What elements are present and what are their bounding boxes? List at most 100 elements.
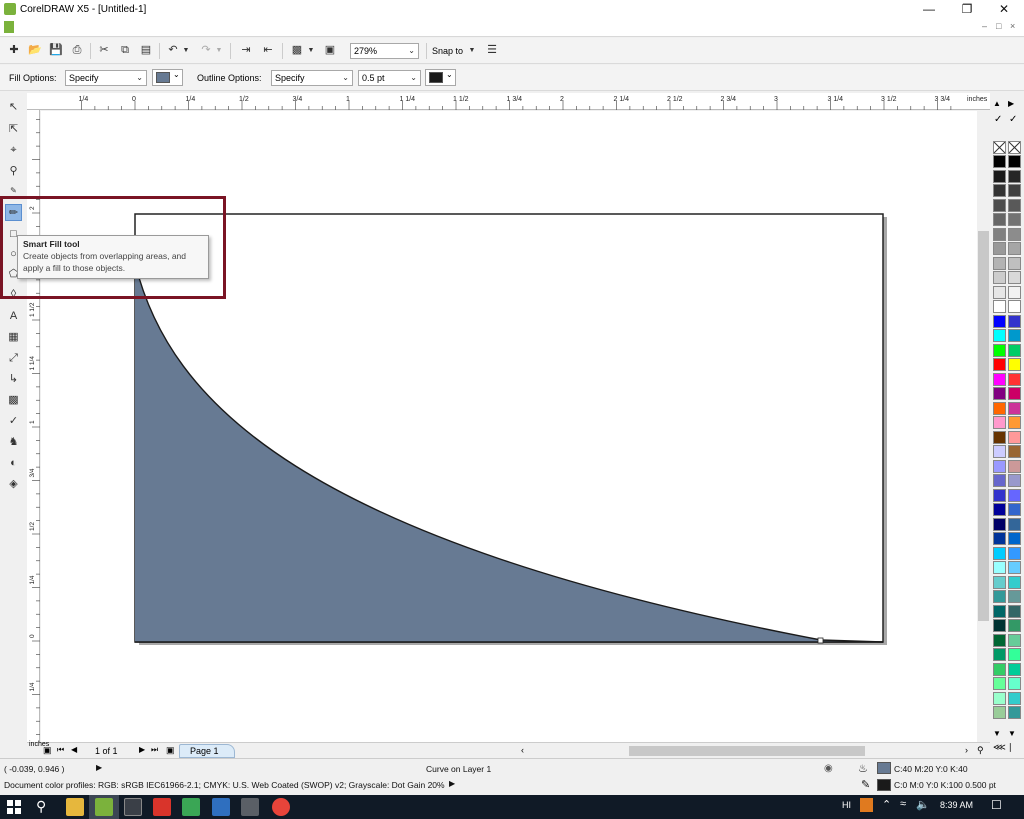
fill-options-combo[interactable]: Specify ⌄ <box>65 70 147 86</box>
palette-swatch[interactable] <box>1008 184 1021 197</box>
zoom-tool-icon[interactable]: ⚲ <box>5 163 22 180</box>
no-color-swatch-2[interactable] <box>1008 141 1021 154</box>
clock[interactable]: 8:39 AM <box>940 800 973 810</box>
palette-swatch[interactable] <box>993 532 1006 545</box>
outline-options-combo[interactable]: Specify ⌄ <box>271 70 353 86</box>
palette-swatch[interactable] <box>993 430 1006 444</box>
interactive-fill-tool-icon[interactable]: ◈ <box>5 476 22 493</box>
volume-icon[interactable]: 🔈 <box>916 798 930 811</box>
minimize-button[interactable]: — <box>912 0 946 19</box>
dimension-tool-icon[interactable]: ⤢ <box>5 350 22 367</box>
palette-collapse-icon[interactable]: ∣ <box>1008 742 1013 753</box>
add-page-after-icon[interactable]: ▣ <box>166 745 175 756</box>
new-document-icon[interactable]: ✚ <box>6 43 22 58</box>
palette-swatch[interactable] <box>993 648 1006 661</box>
palette-swatch[interactable] <box>1008 256 1021 270</box>
blend-tool-icon[interactable]: ▩ <box>5 392 22 409</box>
shape-tool-icon[interactable]: ⇱ <box>5 121 22 138</box>
first-page-icon[interactable]: ⏮ <box>57 745 64 755</box>
vertical-scrollbar[interactable] <box>977 111 990 742</box>
mdi-minimize-icon[interactable]: – <box>982 21 987 31</box>
status-flyout-icon[interactable]: ▶ <box>96 763 102 772</box>
palette-swatch[interactable] <box>993 503 1006 516</box>
palette-swatch[interactable] <box>993 343 1006 357</box>
palette-swatch[interactable] <box>993 677 1006 690</box>
palette-swatch[interactable] <box>1008 633 1021 647</box>
eyedropper-icon-2[interactable]: ✓ <box>1009 114 1017 125</box>
palette-swatch[interactable] <box>1008 358 1021 371</box>
palette-swatch[interactable] <box>1008 343 1021 357</box>
palette-swatch[interactable] <box>993 329 1006 342</box>
show-hidden-icons-icon[interactable]: ⌃ <box>882 798 891 811</box>
snap-to-dropdown-icon[interactable]: ▼ <box>467 43 477 58</box>
palette-swatch[interactable] <box>1008 387 1021 400</box>
palette-swatch[interactable] <box>993 546 1006 560</box>
palette-swatch[interactable] <box>993 401 1006 415</box>
horizontal-ruler[interactable]: 1/4 0 1/4 1/2 3/4 1 1 1/4 1 1/2 1 3/4 2 2 1/4 2 1/2… <box>27 93 990 110</box>
coreldraw-taskbar-icon[interactable] <box>95 798 113 816</box>
fill-color-picker[interactable]: ⌄ <box>152 69 183 86</box>
chrome-icon[interactable] <box>272 798 290 816</box>
palette-swatch[interactable] <box>1008 300 1021 313</box>
file-explorer-icon[interactable] <box>66 798 84 816</box>
launcher-dropdown-icon[interactable]: ▼ <box>306 43 316 58</box>
restore-button[interactable]: ❐ <box>950 0 984 19</box>
palette-swatch[interactable] <box>1008 546 1021 560</box>
palette-swatch[interactable] <box>1008 329 1021 342</box>
palette-swatch[interactable] <box>993 633 1006 647</box>
node-handle[interactable] <box>817 637 824 644</box>
palette-swatch[interactable] <box>993 488 1006 502</box>
input-language[interactable]: HI <box>842 800 851 810</box>
palette-swatch[interactable] <box>1008 227 1021 241</box>
palette-swatch[interactable] <box>993 604 1006 618</box>
palette-swatch[interactable] <box>993 314 1006 328</box>
palette-swatch[interactable] <box>1008 169 1021 183</box>
export-icon[interactable]: ⇤ <box>260 43 276 58</box>
mdi-restore-icon[interactable]: □ <box>996 21 1001 31</box>
corel-photo-paint-icon[interactable] <box>182 798 200 816</box>
status-outline-swatch[interactable] <box>877 779 891 791</box>
palette-swatch[interactable] <box>993 517 1006 531</box>
horizontal-scrollbar-thumb[interactable] <box>629 746 865 756</box>
undo-icon[interactable]: ↶ <box>165 43 181 58</box>
palette-swatch[interactable] <box>993 242 1006 255</box>
palette-swatch[interactable] <box>1008 532 1021 545</box>
palette-swatch[interactable] <box>1008 416 1021 429</box>
navigator-icon[interactable]: ⚲ <box>977 745 984 756</box>
palette-swatch[interactable] <box>1008 691 1021 705</box>
palette-swatch[interactable] <box>993 213 1006 226</box>
fill-tool-icon[interactable]: ◐ <box>5 455 22 472</box>
print-icon[interactable]: ⎙ <box>69 43 85 58</box>
palette-swatch[interactable] <box>1008 271 1021 284</box>
redo-dropdown-icon[interactable]: ▼ <box>214 43 224 58</box>
vertical-scrollbar-thumb[interactable] <box>978 231 989 621</box>
status-fill-swatch[interactable] <box>877 762 891 774</box>
corel-connect-icon[interactable] <box>153 798 171 816</box>
page-tab[interactable]: Page 1 <box>179 744 235 758</box>
palette-swatch[interactable] <box>993 227 1006 241</box>
palette-swatch[interactable] <box>1008 459 1021 473</box>
palette-swatch[interactable] <box>1008 575 1021 589</box>
eyedropper-icon[interactable]: ✓ <box>994 114 1002 125</box>
palette-swatch[interactable] <box>1008 706 1021 719</box>
open-icon[interactable]: 📂 <box>27 43 43 58</box>
palette-swatch[interactable] <box>1008 517 1021 531</box>
palette-swatch[interactable] <box>993 590 1006 603</box>
palette-swatch[interactable] <box>1008 503 1021 516</box>
palette-flyout-icon[interactable]: ▶ <box>1008 99 1014 108</box>
mdi-close-icon[interactable]: × <box>1010 21 1015 31</box>
palette-swatch[interactable] <box>1008 604 1021 618</box>
paste-icon[interactable]: ▤ <box>138 43 154 58</box>
palette-swatch[interactable] <box>1008 474 1021 487</box>
palette-swatch[interactable] <box>1008 561 1021 574</box>
last-page-icon[interactable]: ⏭ <box>151 745 158 755</box>
palette-swatch[interactable] <box>993 459 1006 473</box>
palette-swatch[interactable] <box>1008 662 1021 676</box>
profiles-flyout-icon[interactable]: ▶ <box>449 779 455 788</box>
palette-swatch[interactable] <box>993 575 1006 589</box>
outline-pen-tool-icon[interactable]: ♞ <box>5 434 22 451</box>
palette-swatch[interactable] <box>1008 198 1021 212</box>
wifi-icon[interactable]: ≈ <box>900 798 906 810</box>
palette-scroll-down-icon[interactable]: ▼ <box>993 729 1001 738</box>
undo-dropdown-icon[interactable]: ▼ <box>181 43 191 58</box>
